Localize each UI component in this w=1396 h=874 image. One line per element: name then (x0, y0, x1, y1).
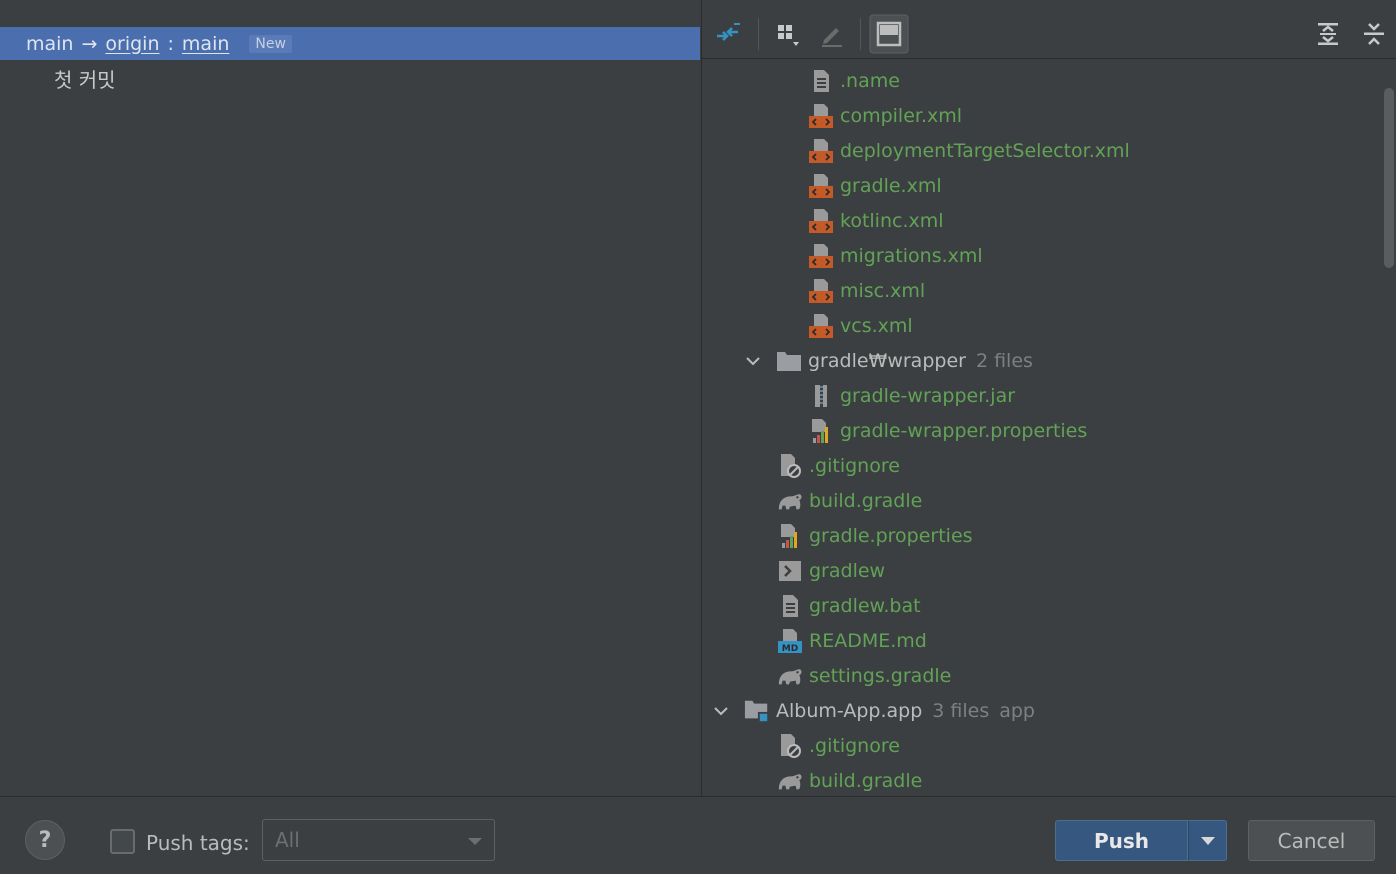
folder-icon (776, 348, 802, 374)
file-name: build.gradle (809, 769, 923, 792)
changes-toolbar (702, 10, 1396, 58)
gradle-elephant-icon (777, 768, 803, 794)
file-name: misc.xml (840, 279, 926, 302)
tree-row[interactable]: .name (702, 63, 1382, 98)
branch-row[interactable]: main → origin : main New (0, 27, 700, 60)
remote-branch-link[interactable]: main (182, 33, 229, 55)
branch-arrow: → (81, 32, 98, 55)
file-name: gradle.xml (840, 174, 942, 197)
file-name: compiler.xml (840, 104, 963, 127)
text-file-icon (777, 593, 803, 619)
tree-row[interactable]: build.gradle (702, 483, 1382, 518)
tree-row[interactable]: gradle.xml (702, 168, 1382, 203)
edit-icon[interactable] (812, 10, 852, 58)
xml-file-icon (808, 138, 834, 164)
tree-row[interactable]: .gitignore (702, 728, 1382, 763)
push-tags-checkbox[interactable] (110, 829, 135, 854)
remote-name-link[interactable]: origin (105, 33, 159, 55)
file-name: gradlew (809, 559, 886, 582)
changes-panel: .name compiler.xml deploymentTargetSelec… (702, 0, 1396, 796)
tree-row[interactable]: settings.gradle (702, 658, 1382, 693)
local-branch: main (26, 32, 74, 55)
tree-row[interactable]: MD README.md (702, 623, 1382, 658)
file-count: 2 files (975, 349, 1033, 372)
tree-row[interactable]: gradlew.bat (702, 588, 1382, 623)
gradle-elephant-icon (777, 663, 803, 689)
push-button[interactable]: Push (1055, 820, 1188, 861)
commit-item[interactable]: 첫 커밋 (54, 64, 116, 93)
xml-file-icon (808, 103, 834, 129)
ignore-file-icon (777, 733, 803, 759)
properties-file-icon (808, 418, 834, 444)
tree-row[interactable]: migrations.xml (702, 238, 1382, 273)
preview-icon[interactable] (869, 10, 909, 58)
file-name: gradle.properties (809, 524, 973, 547)
module-folder-icon (744, 698, 770, 724)
xml-file-icon (808, 243, 834, 269)
tree-row[interactable]: gradlew (702, 553, 1382, 588)
file-name: .name (840, 69, 900, 92)
cancel-button[interactable]: Cancel (1248, 820, 1375, 861)
tree-folder-row[interactable]: gradle₩wrapper 2 files (702, 343, 1382, 378)
file-name: gradle-wrapper.properties (840, 419, 1088, 442)
file-name: vcs.xml (840, 314, 913, 337)
tree-row[interactable]: vcs.xml (702, 308, 1382, 343)
tree-row[interactable]: gradle.properties (702, 518, 1382, 553)
xml-file-icon (808, 278, 834, 304)
file-count: 3 files (932, 699, 990, 722)
file-name: deploymentTargetSelector.xml (840, 139, 1130, 162)
chevron-down-icon[interactable] (743, 351, 763, 371)
jar-file-icon (808, 383, 834, 409)
merge-arrows-icon[interactable] (708, 10, 748, 58)
svg-text:MD: MD (782, 644, 798, 654)
ignore-file-icon (777, 453, 803, 479)
push-dialog: main → origin : main New 첫 커밋 .name comp… (0, 0, 1396, 874)
branch-separator: : (167, 32, 174, 55)
properties-file-icon (777, 523, 803, 549)
tags-select[interactable]: All (262, 819, 495, 861)
tree-row[interactable]: gradle-wrapper.jar (702, 378, 1382, 413)
gradle-elephant-icon (777, 488, 803, 514)
help-button[interactable]: ? (25, 820, 65, 860)
chevron-down-icon[interactable] (711, 701, 731, 721)
vertical-scrollbar[interactable] (1384, 88, 1394, 268)
xml-file-icon (808, 208, 834, 234)
file-name: settings.gradle (809, 664, 952, 687)
commits-panel: main → origin : main New 첫 커밋 (0, 0, 701, 796)
new-branch-badge: New (249, 34, 292, 53)
group-by-icon[interactable] (768, 10, 808, 58)
tree-row[interactable]: gradle-wrapper.properties (702, 413, 1382, 448)
tree-row[interactable]: kotlinc.xml (702, 203, 1382, 238)
file-name: .gitignore (809, 454, 900, 477)
markdown-file-icon: MD (777, 628, 803, 654)
tree-row[interactable]: deploymentTargetSelector.xml (702, 133, 1382, 168)
collapse-all-icon[interactable] (1354, 10, 1394, 58)
xml-file-icon (808, 313, 834, 339)
push-options-dropdown[interactable] (1188, 820, 1227, 861)
file-name: gradle-wrapper.jar (840, 384, 1016, 407)
tree-row[interactable]: compiler.xml (702, 98, 1382, 133)
chevron-down-icon (468, 838, 482, 845)
tags-select-value: All (275, 828, 300, 852)
file-name: migrations.xml (840, 244, 983, 267)
folder-name: gradle₩wrapper (808, 349, 966, 372)
file-name: kotlinc.xml (840, 209, 944, 232)
file-name: build.gradle (809, 489, 923, 512)
expand-all-icon[interactable] (1308, 10, 1348, 58)
file-name: README.md (809, 629, 927, 652)
tree-row[interactable]: build.gradle (702, 763, 1382, 796)
file-name: .gitignore (809, 734, 900, 757)
file-name: gradlew.bat (809, 594, 921, 617)
tree-module-row[interactable]: Album-App.app 3 files app (702, 693, 1382, 728)
tree-row[interactable]: .gitignore (702, 448, 1382, 483)
dropdown-arrow-icon (1200, 836, 1215, 845)
tree-row[interactable]: misc.xml (702, 273, 1382, 308)
push-tags-label: Push tags: (146, 831, 250, 855)
shell-script-icon (777, 558, 803, 584)
module-path: app (999, 699, 1035, 722)
xml-file-icon (808, 173, 834, 199)
text-file-icon (808, 68, 834, 94)
module-name: Album-App.app (776, 699, 923, 722)
dialog-footer: ? Push tags: All Push Cancel (0, 797, 1396, 874)
